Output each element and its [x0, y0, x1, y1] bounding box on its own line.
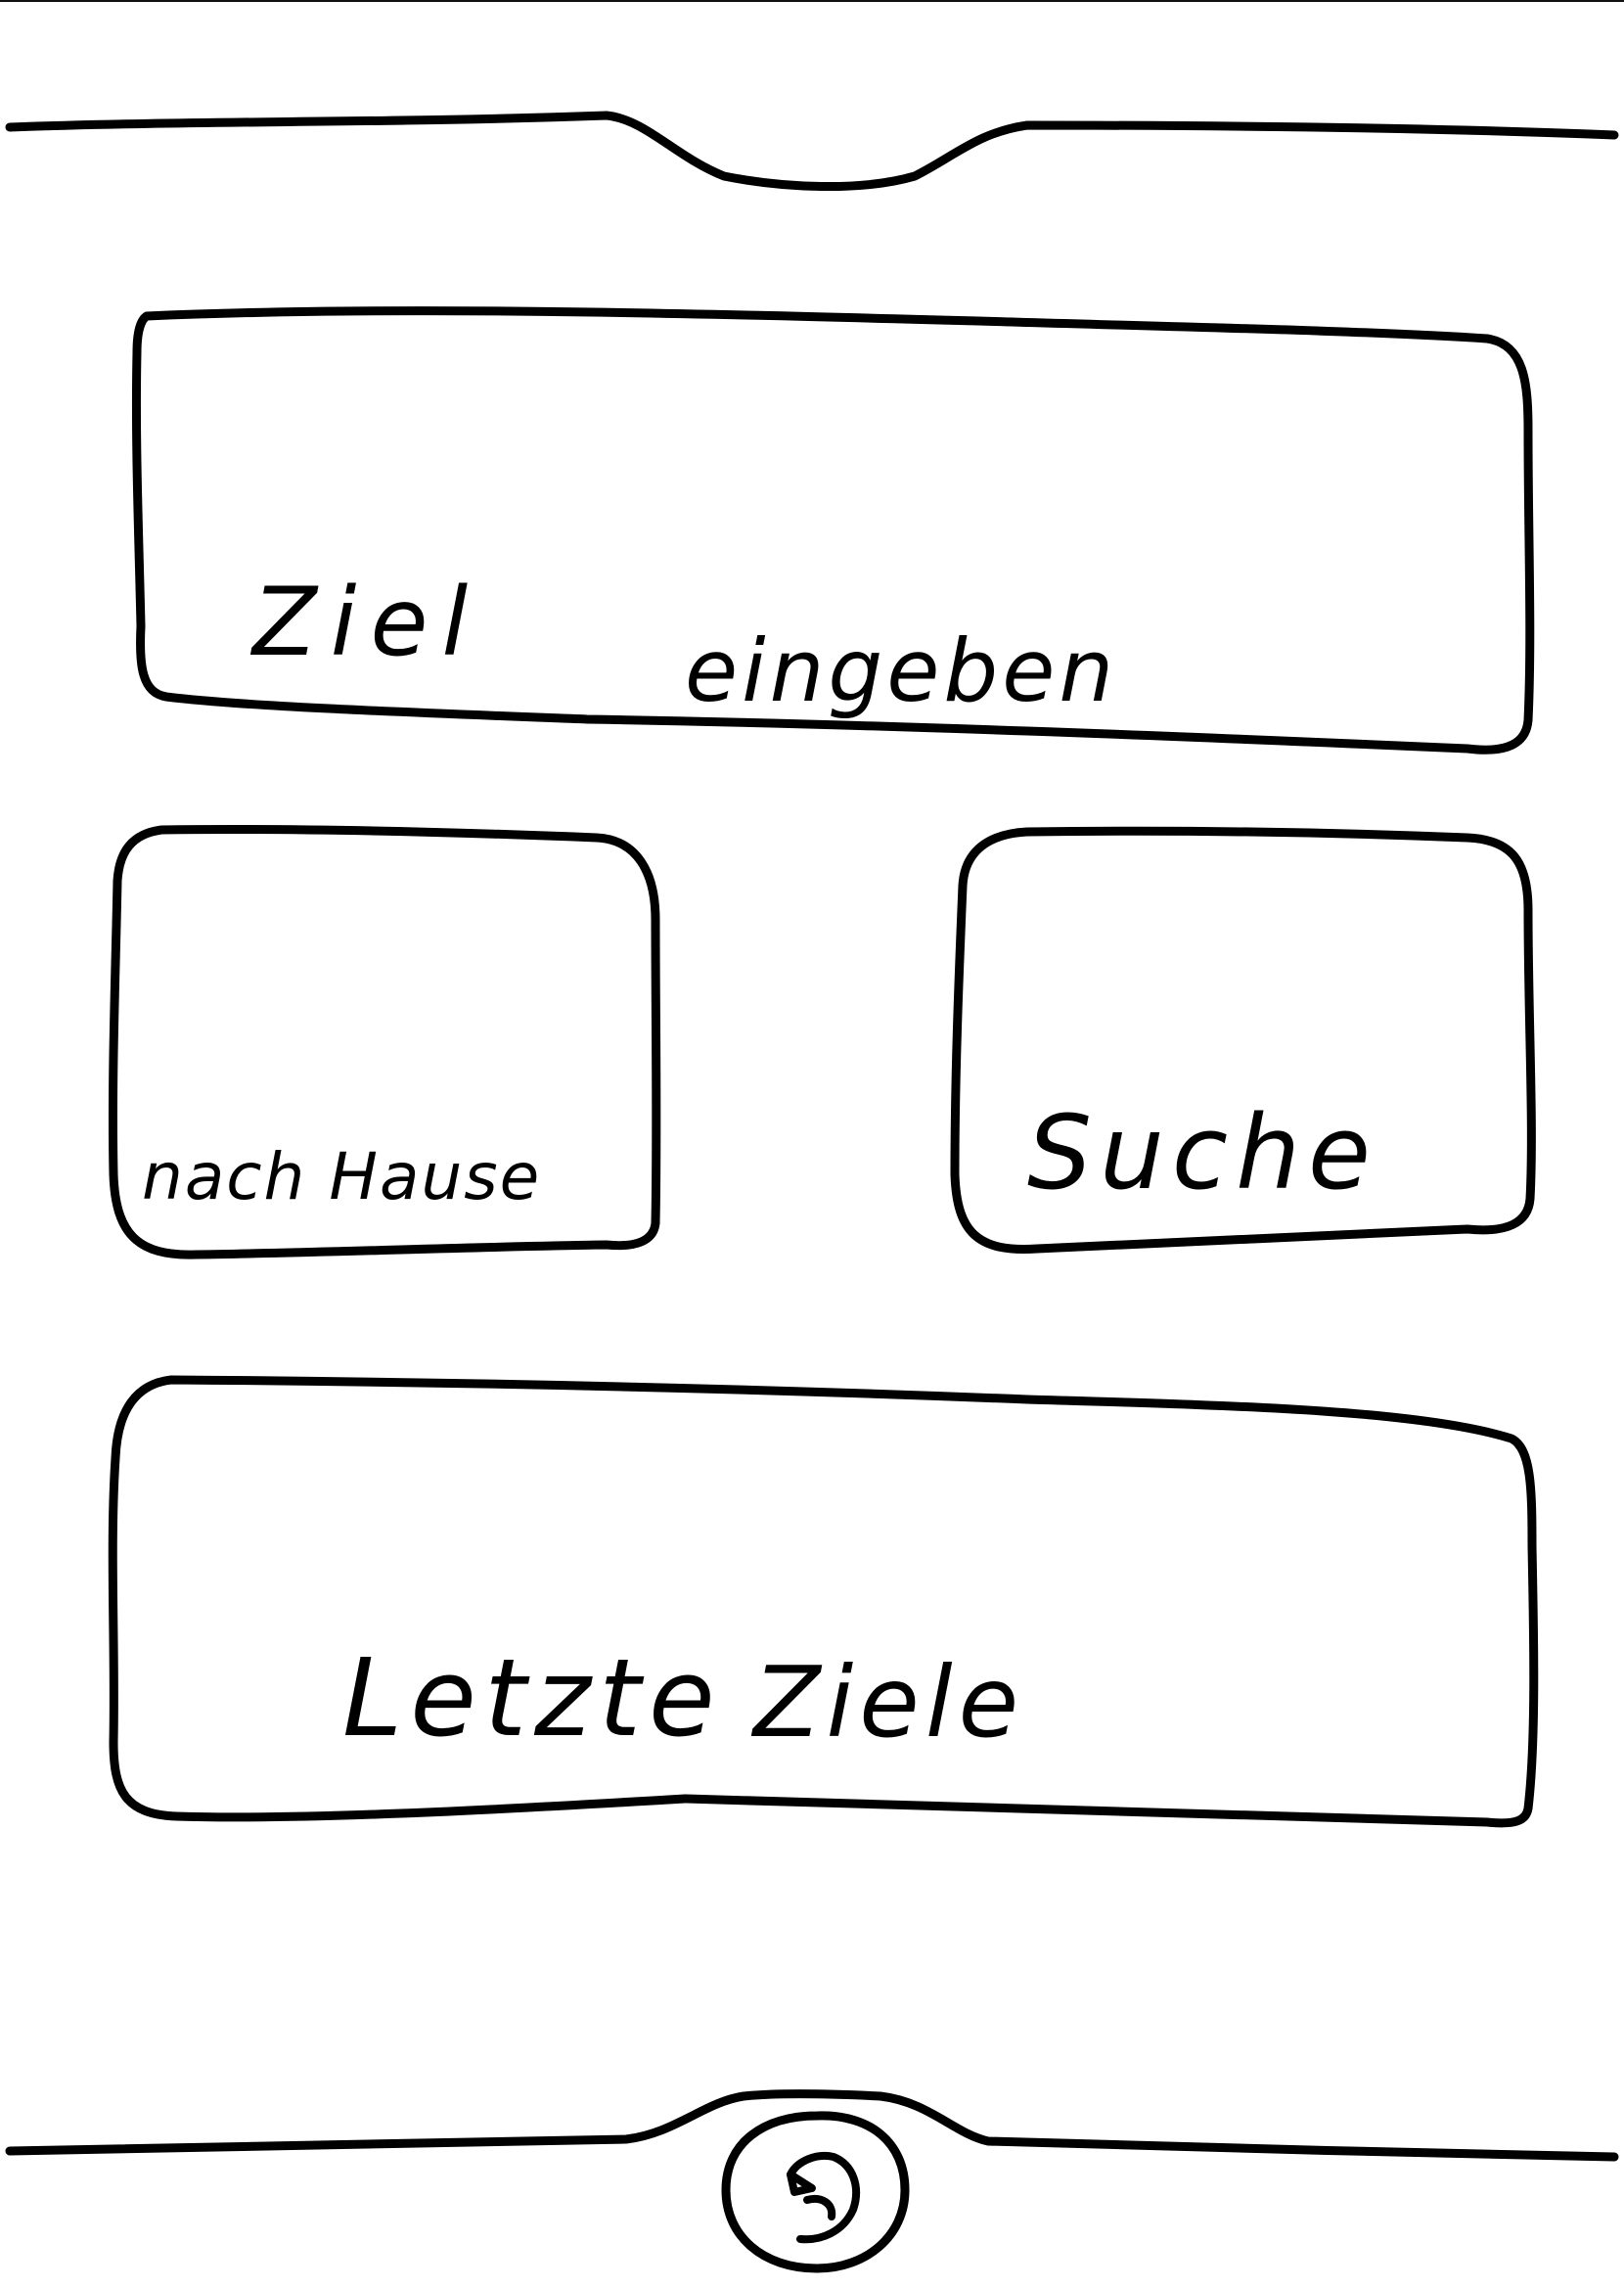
search-button[interactable] [957, 827, 1536, 1258]
destination-input[interactable] [132, 311, 1531, 742]
back-button[interactable] [722, 2109, 912, 2275]
top-bar-line [5, 111, 1619, 192]
recent-destinations-button[interactable] [110, 1375, 1538, 1825]
home-button[interactable] [110, 822, 657, 1253]
